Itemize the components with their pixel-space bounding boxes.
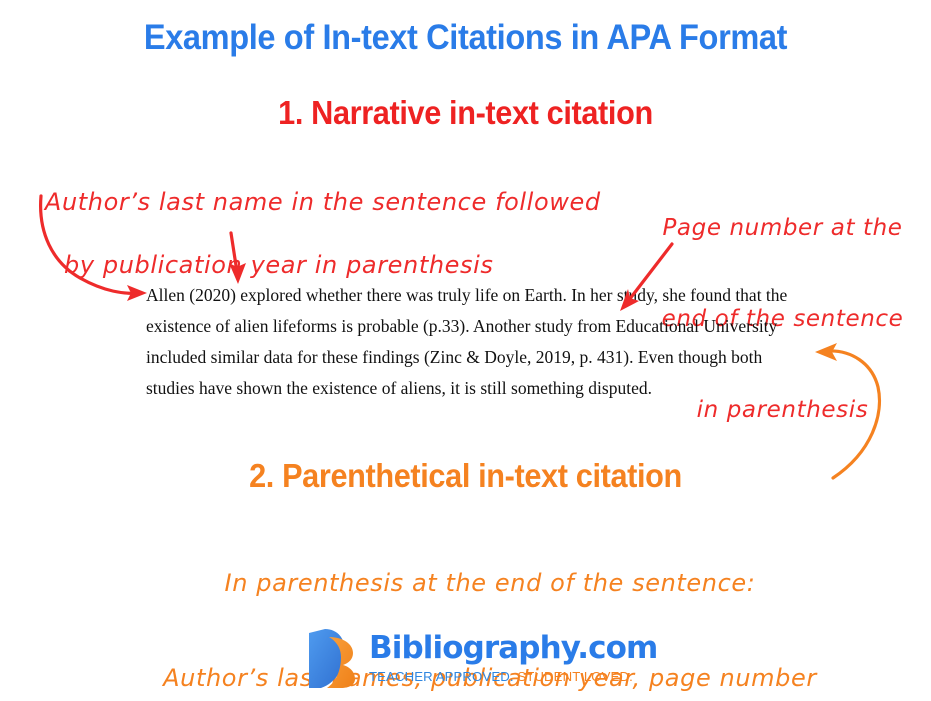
site-logo[interactable]: Bibliography.com TEACHER APPROVED. STUDE… bbox=[305, 623, 658, 693]
logo-tagline-secondary: STUDENT LOVED. bbox=[517, 668, 633, 684]
logo-text-block: Bibliography.com TEACHER APPROVED. STUDE… bbox=[369, 629, 658, 683]
annotation-line: by publication year in parenthesis bbox=[64, 251, 494, 280]
logo-tagline-primary: TEACHER APPROVED. bbox=[369, 668, 514, 684]
bibliography-logo-mark bbox=[309, 629, 355, 688]
logo-wordmark: Bibliography.com bbox=[369, 629, 658, 666]
annotation-line: Author’s last name in the sentence follo… bbox=[44, 187, 601, 216]
annotation-line: In parenthesis at the end of the sentenc… bbox=[224, 569, 756, 598]
annotation-line: Page number at the bbox=[662, 214, 903, 241]
infographic-page: Example of In-text Citations in APA Form… bbox=[0, 0, 931, 701]
section-heading-narrative: 1. Narrative in-text citation bbox=[278, 94, 653, 131]
page-title: Example of In-text Citations in APA Form… bbox=[143, 18, 788, 57]
example-paragraph: Allen (2020) explored whether there was … bbox=[146, 285, 788, 398]
logo-tagline: TEACHER APPROVED. STUDENT LOVED. bbox=[369, 670, 657, 683]
